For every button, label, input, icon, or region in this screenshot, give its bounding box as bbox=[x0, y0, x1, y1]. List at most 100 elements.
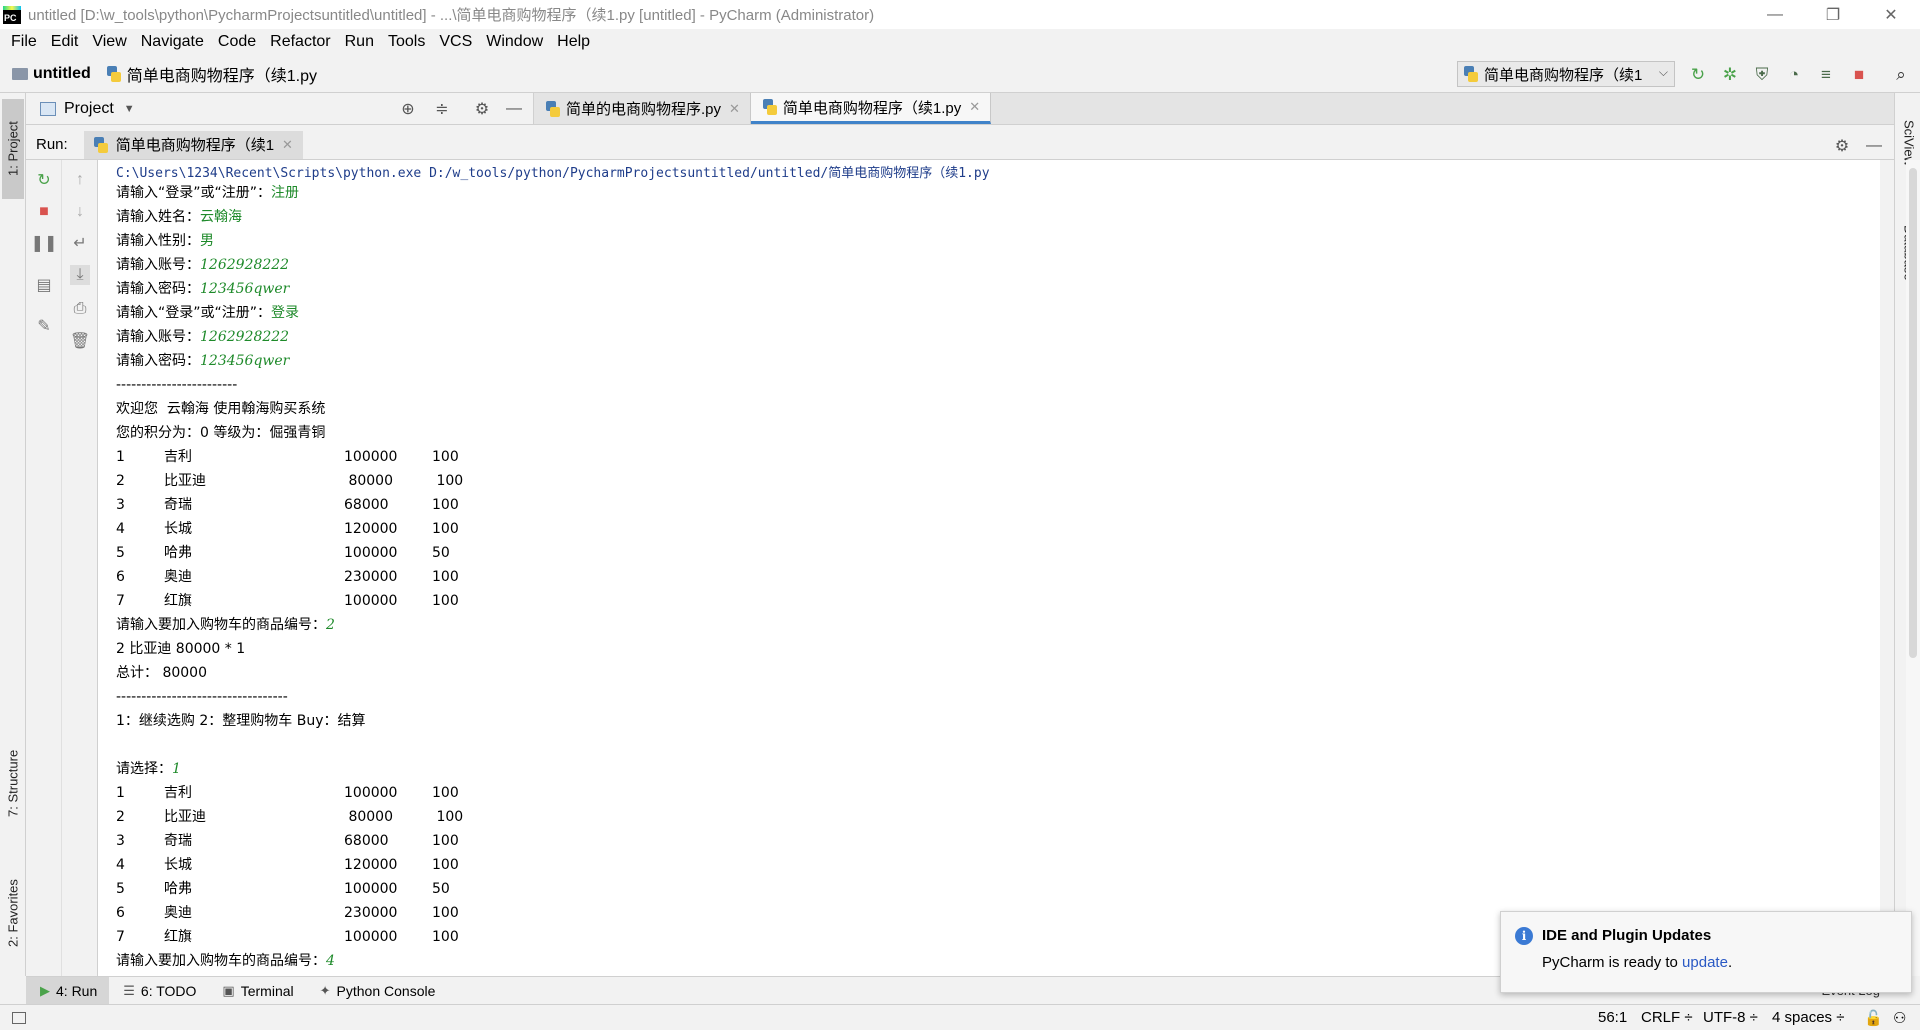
arrow-up-icon[interactable]: ↑ bbox=[70, 170, 90, 190]
arrow-down-icon[interactable]: ↓ bbox=[70, 202, 90, 222]
menu-help[interactable]: Help bbox=[550, 29, 597, 55]
chevron-down-icon[interactable]: ▼ bbox=[124, 103, 135, 115]
menu-refactor[interactable]: Refactor bbox=[263, 29, 337, 55]
console-total: 总计： 80000 bbox=[116, 665, 207, 681]
soft-wrap-icon[interactable]: ↵ bbox=[70, 233, 90, 253]
product-row: 3 奇瑞 68000 100 bbox=[116, 833, 459, 849]
tool-tab-project[interactable]: 1: Project bbox=[2, 99, 24, 199]
file-encoding[interactable]: UTF-8 ÷ bbox=[1703, 1009, 1758, 1026]
locate-icon[interactable]: ⊕ bbox=[398, 99, 418, 119]
menu-navigate[interactable]: Navigate bbox=[134, 29, 211, 55]
python-file-icon bbox=[762, 99, 777, 115]
product-row: 2 比亚迪 80000 100 bbox=[116, 473, 464, 489]
concurrency-icon[interactable]: ≡ bbox=[1816, 65, 1836, 85]
console-separator: ---------------------------------- bbox=[116, 689, 288, 705]
update-link[interactable]: update bbox=[1682, 954, 1728, 971]
console-line: 请输入账号：1262928222 bbox=[116, 329, 290, 345]
console-scrollbar[interactable] bbox=[1906, 160, 1920, 976]
python-file-icon bbox=[93, 136, 108, 153]
chevron-down-icon: ⌵ bbox=[1658, 65, 1668, 79]
caret-position[interactable]: 56:1 bbox=[1598, 1009, 1627, 1026]
terminal-icon: ▣ bbox=[222, 982, 235, 998]
lock-icon[interactable]: 🔓 bbox=[1864, 1009, 1883, 1027]
debug-icon[interactable]: ✲ bbox=[1720, 65, 1740, 85]
minimize-button[interactable]: — bbox=[1746, 0, 1804, 29]
coverage-icon[interactable]: ⛨ bbox=[1752, 65, 1772, 85]
menu-vcs[interactable]: VCS bbox=[432, 29, 479, 55]
product-row: 7 红旗 100000 100 bbox=[116, 593, 459, 609]
console-cart-line: 2 比亚迪 80000 * 1 bbox=[116, 641, 246, 657]
python-file-icon bbox=[546, 100, 560, 117]
breadcrumb-file[interactable]: 简单电商购物程序（续1.py bbox=[91, 62, 317, 86]
product-row: 7 红旗 100000 100 bbox=[116, 929, 459, 945]
update-notification[interactable]: i IDE and Plugin Updates PyCharm is read… bbox=[1500, 911, 1912, 993]
project-view-selector[interactable]: Project bbox=[64, 100, 114, 118]
stop-icon[interactable]: ■ bbox=[34, 202, 54, 222]
run-console[interactable]: C:\Users\1234\Recent\Scripts\python.exe … bbox=[98, 160, 1880, 976]
product-row: 2 比亚迪 80000 100 bbox=[116, 809, 464, 825]
menu-run[interactable]: Run bbox=[338, 29, 381, 55]
editor-tab-file-1[interactable]: 简单的电商购物程序.py ✕ bbox=[534, 93, 751, 124]
tool-windows-toggle-icon[interactable] bbox=[12, 1012, 26, 1024]
restore-button[interactable]: ❐ bbox=[1804, 0, 1862, 29]
product-row: 4 长城 120000 100 bbox=[116, 857, 459, 873]
print-icon[interactable]: ⎙ bbox=[70, 299, 90, 319]
hide-panel-icon[interactable]: — bbox=[504, 99, 524, 119]
run-toolbar-primary: ↻ ■ ❚❚ ▤ ✎ bbox=[26, 160, 62, 976]
product-row: 1 吉利 100000 100 bbox=[116, 449, 459, 465]
inspector-icon[interactable]: ⚇ bbox=[1893, 1009, 1906, 1027]
menu-tools[interactable]: Tools bbox=[381, 29, 432, 55]
menu-window[interactable]: Window bbox=[479, 29, 550, 55]
line-separator[interactable]: CRLF ÷ bbox=[1641, 1009, 1693, 1026]
run-panel-header: Run: 简单电商购物程序（续1 ✕ ⚙ — bbox=[26, 130, 1894, 160]
bottom-tab-todo[interactable]: ☰ 6: TODO bbox=[109, 977, 208, 1005]
rerun-icon[interactable]: ↻ bbox=[34, 170, 54, 190]
close-tab-icon[interactable]: ✕ bbox=[729, 101, 740, 117]
stop-icon[interactable]: ■ bbox=[1849, 65, 1869, 85]
bottom-tab-terminal[interactable]: ▣ Terminal bbox=[208, 977, 305, 1005]
console-points-level: 您的积分为：0 等级为：倔强青铜 bbox=[116, 425, 326, 441]
scroll-to-end-icon[interactable]: ⤓ bbox=[70, 265, 90, 285]
layout-icon[interactable]: ▤ bbox=[34, 275, 54, 295]
close-window-button[interactable]: ✕ bbox=[1862, 0, 1920, 29]
project-panel-header: Project ▼ ⊕ ≑ ⚙ — bbox=[26, 93, 534, 125]
editor-tab-file-2[interactable]: 简单电商购物程序（续1.py ✕ bbox=[750, 93, 992, 124]
product-row: 5 哈弗 100000 50 bbox=[116, 881, 450, 897]
rerun-icon[interactable]: ↻ bbox=[1688, 65, 1708, 85]
close-tab-icon[interactable]: ✕ bbox=[282, 137, 293, 153]
collapse-all-icon[interactable]: ≑ bbox=[432, 99, 452, 119]
indent-setting[interactable]: 4 spaces ÷ bbox=[1772, 1009, 1844, 1026]
tool-tab-favorites[interactable]: 2: Favorites bbox=[2, 863, 24, 963]
minimize-icon: — bbox=[1767, 5, 1783, 23]
close-tab-icon[interactable]: ✕ bbox=[969, 99, 980, 115]
search-icon[interactable]: ⌕ bbox=[1891, 65, 1911, 85]
editor-tabs: 简单的电商购物程序.py ✕ 简单电商购物程序（续1.py ✕ bbox=[534, 93, 1894, 125]
pin-icon[interactable]: ✎ bbox=[34, 316, 54, 336]
console-line: 请选择：1 bbox=[116, 761, 181, 777]
run-configuration-dropdown[interactable]: 简单电商购物程序（续1 ⌵ bbox=[1457, 61, 1675, 87]
profile-icon[interactable]: ◔ bbox=[1784, 65, 1804, 85]
console-line: 请输入要加入购物车的商品编号：4 bbox=[116, 953, 335, 969]
breadcrumb-project[interactable]: untitled bbox=[0, 65, 91, 83]
console-separator: ------------------------ bbox=[116, 377, 238, 393]
console-scroll-thumb[interactable] bbox=[1909, 168, 1917, 658]
menu-code[interactable]: Code bbox=[211, 29, 263, 55]
folder-icon bbox=[12, 67, 28, 80]
console-line: 请输入“登录”或“注册”：注册 bbox=[116, 185, 300, 201]
trash-icon[interactable]: 🗑 bbox=[70, 331, 90, 351]
gear-icon[interactable]: ⚙ bbox=[1832, 136, 1852, 156]
run-tab[interactable]: 简单电商购物程序（续1 ✕ bbox=[83, 130, 303, 159]
bottom-tab-run[interactable]: ▶ 4: Run bbox=[26, 976, 110, 1005]
menu-view[interactable]: View bbox=[85, 29, 133, 55]
tool-tab-structure[interactable]: 7: Structure bbox=[2, 733, 24, 833]
bottom-tab-python-console[interactable]: ✦ Python Console bbox=[306, 977, 448, 1005]
menu-edit[interactable]: Edit bbox=[44, 29, 86, 55]
menu-bar: File Edit View Navigate Code Refactor Ru… bbox=[0, 29, 1920, 55]
menu-file[interactable]: File bbox=[4, 29, 44, 55]
console-line: 请输入密码：123456qwer bbox=[116, 281, 290, 297]
notification-title: IDE and Plugin Updates bbox=[1542, 927, 1712, 944]
gear-icon[interactable]: ⚙ bbox=[472, 99, 492, 119]
run-panel-label: Run: bbox=[36, 136, 68, 153]
hide-panel-icon[interactable]: — bbox=[1864, 136, 1884, 156]
pause-icon[interactable]: ❚❚ bbox=[31, 233, 58, 253]
